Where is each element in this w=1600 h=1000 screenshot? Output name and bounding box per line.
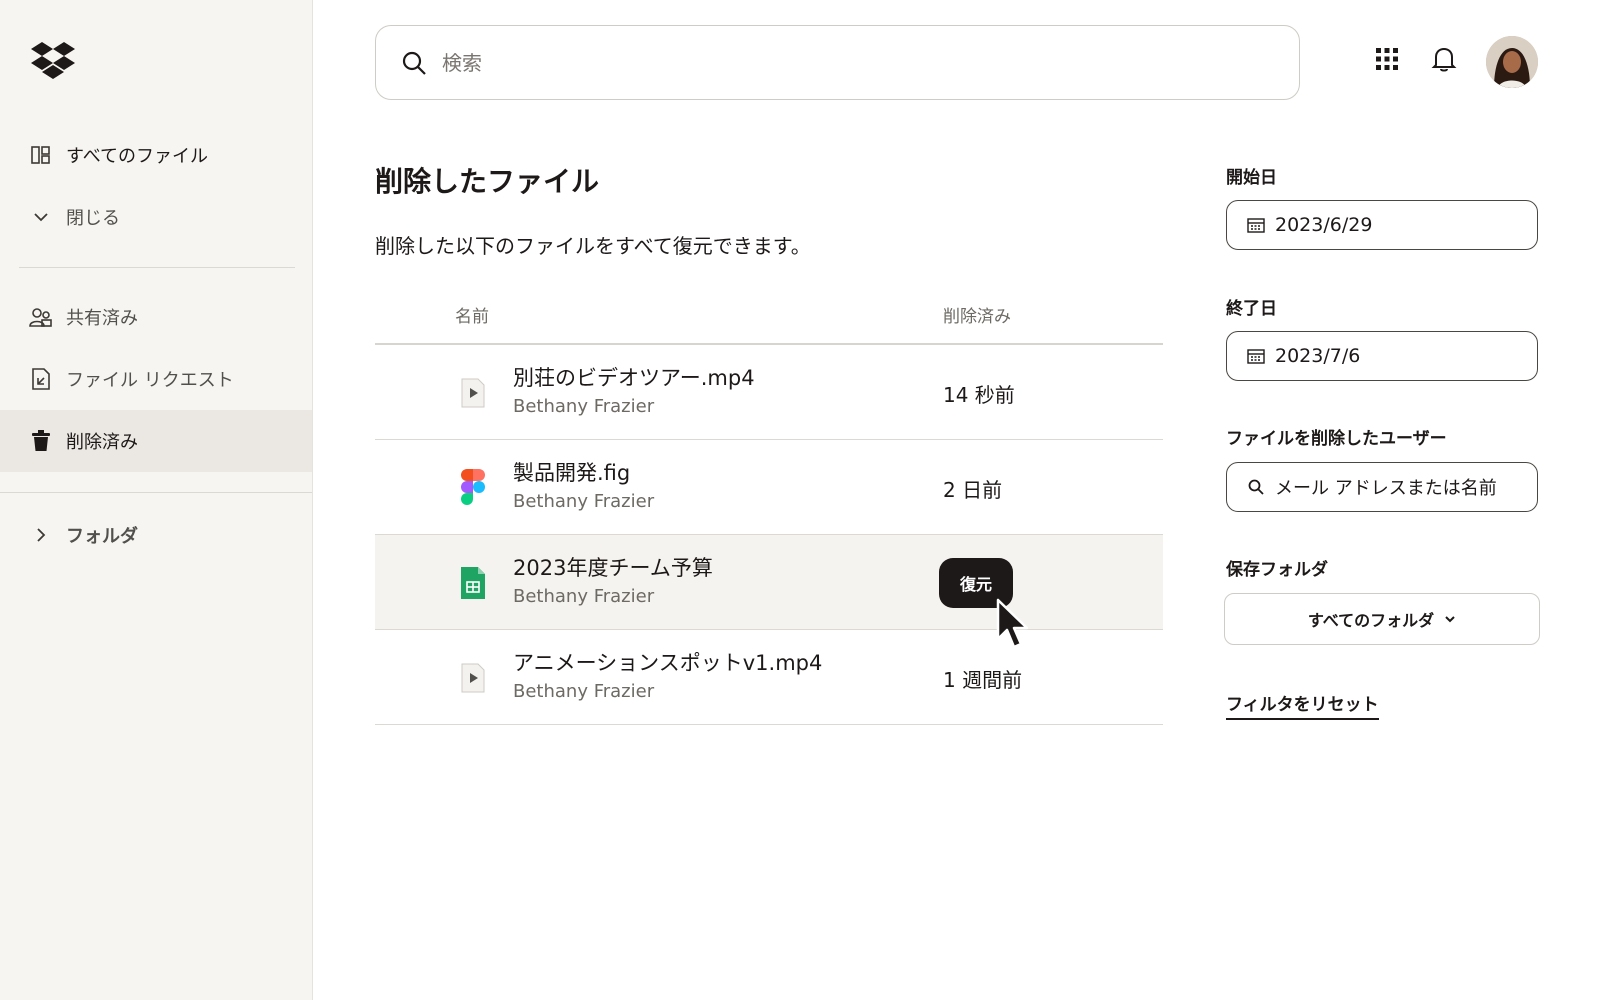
file-owner: Bethany Frazier — [513, 396, 655, 417]
end-date-value: 2023/7/6 — [1275, 345, 1361, 367]
start-date-value: 2023/6/29 — [1275, 214, 1373, 236]
trash-icon — [28, 428, 54, 454]
chevron-right-icon — [28, 522, 54, 548]
sidebar-divider — [0, 492, 312, 493]
sidebar-item-file-requests[interactable]: ファイル リクエスト — [0, 348, 312, 410]
sidebar-item-label: 削除済み — [66, 432, 138, 453]
deleted-time: 1 週間前 — [943, 668, 1023, 692]
reset-filters-link[interactable]: フィルタをリセット — [1226, 690, 1379, 720]
folder-select[interactable]: すべてのフォルダ — [1224, 593, 1540, 645]
start-date-label: 開始日 — [1226, 168, 1277, 188]
calendar-icon — [1247, 215, 1267, 235]
sidebar-item-label: フォルダ — [66, 526, 138, 547]
column-header-name[interactable]: 名前 — [455, 302, 489, 327]
file-name: 製品開発.fig — [513, 461, 631, 485]
people-icon — [28, 304, 54, 330]
file-owner: Bethany Frazier — [513, 586, 655, 607]
end-date-field[interactable]: 2023/7/6 — [1226, 331, 1538, 381]
start-date-field[interactable]: 2023/6/29 — [1226, 200, 1538, 250]
chevron-down-icon — [28, 204, 54, 230]
file-owner: Bethany Frazier — [513, 491, 655, 512]
sidebar-item-label: ファイル リクエスト — [66, 370, 234, 391]
sidebar: すべてのファイル 閉じる 共有済み ファイル リクエスト 削除済み フォルダ — [0, 0, 313, 1000]
sidebar-item-collapse[interactable]: 閉じる — [0, 186, 312, 248]
file-owner: Bethany Frazier — [513, 681, 655, 702]
file-name: 2023年度チーム予算 — [513, 556, 713, 580]
page-title: 削除したファイル — [375, 165, 600, 198]
video-file-icon — [455, 375, 491, 411]
bell-icon[interactable] — [1429, 44, 1459, 74]
table-row[interactable]: アニメーションスポットv1.mp4 Bethany Frazier 1 週間前 — [375, 630, 1163, 725]
sidebar-item-folders[interactable]: フォルダ — [0, 504, 312, 566]
file-name: 別荘のビデオツアー.mp4 — [513, 366, 755, 390]
end-date-label: 終了日 — [1226, 299, 1277, 319]
sidebar-item-deleted[interactable]: 削除済み — [0, 410, 312, 472]
deleted-by-search-field[interactable]: メール アドレスまたは名前 — [1226, 462, 1538, 512]
deleted-time: 2 日前 — [943, 478, 1003, 502]
avatar[interactable] — [1486, 36, 1538, 88]
search-input[interactable] — [442, 50, 1262, 75]
search-bar[interactable] — [375, 25, 1300, 100]
dropbox-logo-icon[interactable] — [30, 42, 76, 82]
search-icon — [402, 51, 426, 75]
apps-grid-icon[interactable] — [1372, 44, 1402, 74]
calendar-icon — [1247, 346, 1267, 366]
sidebar-item-label: すべてのファイル — [66, 146, 209, 167]
page-subtitle: 削除した以下のファイルをすべて復元できます。 — [375, 234, 811, 258]
saved-folder-label: 保存フォルダ — [1226, 560, 1328, 580]
sidebar-item-label: 閉じる — [66, 208, 120, 229]
deleted-by-placeholder: メール アドレスまたは名前 — [1275, 478, 1497, 499]
sidebar-divider — [19, 267, 295, 268]
video-file-icon — [455, 660, 491, 696]
search-icon — [1247, 477, 1267, 497]
table-row[interactable]: 別荘のビデオツアー.mp4 Bethany Frazier 14 秒前 — [375, 345, 1163, 440]
folder-select-value: すべてのフォルダ — [1307, 611, 1435, 630]
sidebar-item-label: 共有済み — [66, 308, 138, 329]
table-row[interactable]: 2023年度チーム予算 Bethany Frazier 復元 — [375, 535, 1163, 630]
column-header-deleted[interactable]: 削除済み — [943, 302, 1011, 327]
deleted-by-label: ファイルを削除したユーザー — [1226, 429, 1447, 449]
file-request-icon — [28, 366, 54, 392]
file-name: アニメーションスポットv1.mp4 — [513, 651, 823, 675]
deleted-time: 14 秒前 — [943, 383, 1015, 407]
grid-files-icon — [28, 142, 54, 168]
sidebar-item-shared[interactable]: 共有済み — [0, 286, 312, 348]
mouse-cursor-icon — [996, 598, 1029, 649]
sheets-file-icon — [455, 565, 491, 601]
sidebar-item-all-files[interactable]: すべてのファイル — [0, 124, 312, 186]
table-row[interactable]: 製品開発.fig Bethany Frazier 2 日前 — [375, 440, 1163, 535]
chevron-down-icon — [1444, 613, 1456, 625]
figma-file-icon — [455, 469, 491, 506]
